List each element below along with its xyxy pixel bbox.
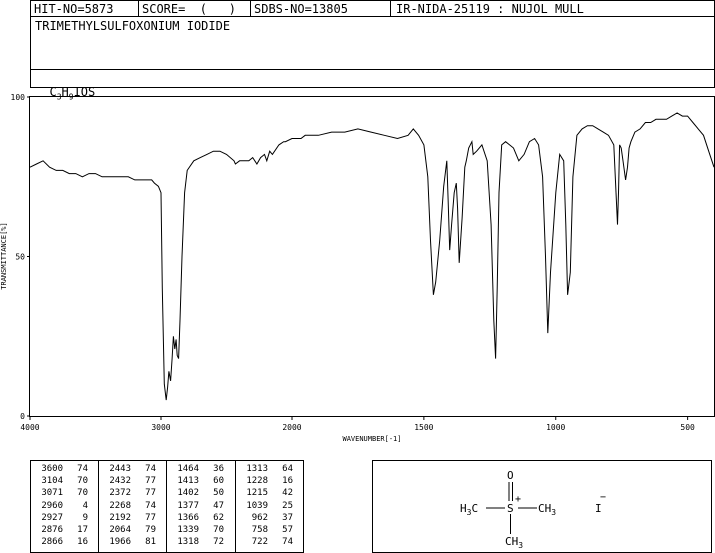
molecule-structure: O S + H3C CH3 CH3 I −: [460, 469, 606, 550]
positive-charge: +: [515, 494, 521, 505]
bottom-methyl-ch: CH: [505, 535, 518, 548]
left-methyl-h: H: [460, 502, 467, 515]
oxygen-atom: O: [507, 469, 514, 482]
right-methyl: CH3: [538, 502, 556, 517]
bottom-methyl: CH3: [505, 535, 523, 550]
left-methyl-c: C: [471, 502, 478, 515]
sulfur-atom: S: [507, 502, 514, 515]
iodide-ion: I: [595, 502, 602, 515]
right-methyl-count: 3: [551, 508, 556, 517]
right-methyl-ch: CH: [538, 502, 551, 515]
left-methyl: H3C: [460, 502, 478, 517]
iodide-charge: −: [600, 492, 606, 503]
bottom-methyl-count: 3: [518, 541, 523, 550]
